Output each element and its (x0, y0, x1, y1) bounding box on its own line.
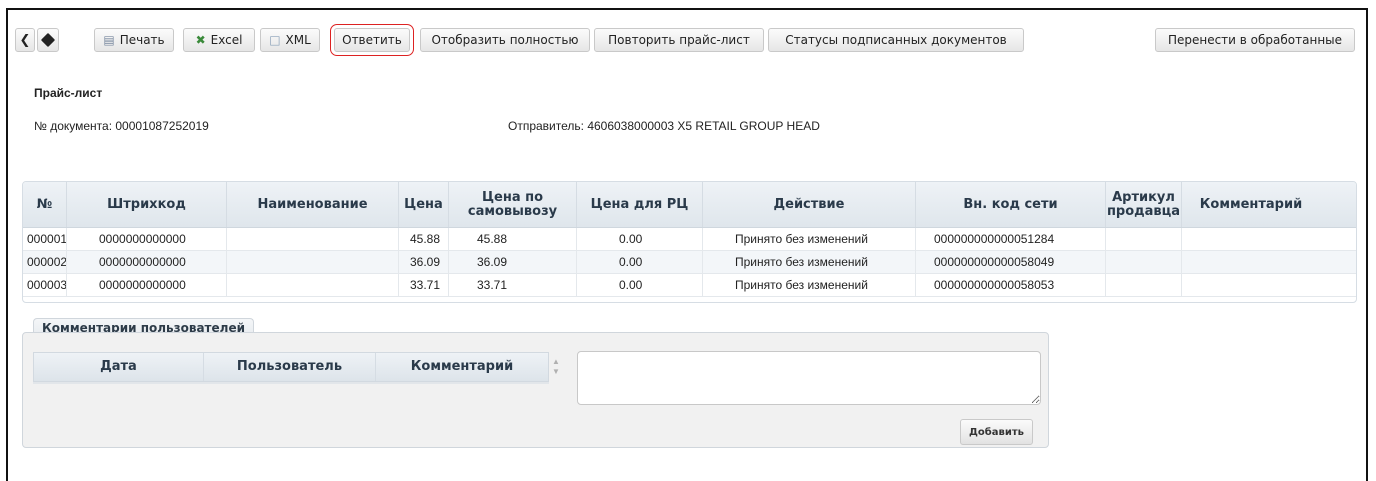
document-icon: □ (269, 33, 281, 47)
xml-button[interactable]: □ XML (260, 28, 320, 52)
repeat-pricelist-label: Повторить прайс-лист (608, 33, 750, 47)
cell-pickup-price: 45.88 (449, 228, 577, 250)
toolbar: ❮ ▤ Печать ✖ Excel □ XML Ответить Отобразит… (11, 18, 1357, 56)
document-title: Прайс-лист (34, 86, 103, 100)
cell-pickup-price: 33.71 (449, 274, 577, 296)
cell-comment (1182, 251, 1320, 273)
cell-seller-article (1106, 228, 1182, 250)
comment-input[interactable] (577, 351, 1041, 405)
comments-panel: Дата Пользователь Комментарий ▲ ▼ Добавит… (22, 332, 1049, 448)
cell-price: 45.88 (399, 228, 449, 250)
header-number[interactable]: № (23, 182, 67, 227)
add-comment-button[interactable]: Добавить (960, 419, 1033, 445)
reply-label: Ответить (342, 33, 402, 47)
header-dc-price[interactable]: Цена для РЦ (577, 182, 703, 227)
cell-name (227, 228, 399, 250)
cell-price: 36.09 (399, 251, 449, 273)
document-sender: Отправитель: 4606038000003 X5 RETAIL GRO… (508, 119, 820, 133)
comments-table-body (33, 382, 549, 384)
move-processed-label: Перенести в обработанные (1167, 33, 1343, 47)
print-label: Печать (119, 33, 165, 47)
cell-number: 000001 (23, 228, 67, 250)
back-button[interactable]: ❮ (15, 28, 35, 52)
xml-label: XML (285, 33, 311, 47)
cell-pickup-price: 36.09 (449, 251, 577, 273)
header-user[interactable]: Пользователь (204, 353, 376, 381)
header-comment-text[interactable]: Комментарий (376, 353, 548, 381)
header-seller-article[interactable]: Артикул продавца (1106, 182, 1182, 227)
cell-name (227, 274, 399, 296)
tag-button[interactable] (37, 28, 59, 52)
cell-dc-price: 0.00 (577, 251, 703, 273)
cell-action: Принято без изменений (703, 251, 916, 273)
header-name[interactable]: Наименование (227, 182, 399, 227)
cell-dc-price: 0.00 (577, 274, 703, 296)
table-row[interactable]: 000003 0000000000000 33.71 33.71 0.00 Пр… (23, 274, 1356, 297)
document-number: № документа: 00001087252019 (34, 119, 209, 133)
header-price[interactable]: Цена (399, 182, 449, 227)
move-processed-button[interactable]: Перенести в обработанные (1155, 28, 1355, 52)
scroll-arrows-icon[interactable]: ▲ ▼ (550, 357, 562, 379)
cell-barcode: 0000000000000 (67, 274, 227, 296)
cell-number: 000003 (23, 274, 67, 296)
header-comment[interactable]: Комментарий (1182, 182, 1320, 227)
cell-action: Принято без изменений (703, 228, 916, 250)
signed-statuses-button[interactable]: Статусы подписанных документов (768, 28, 1024, 52)
cell-seller-article (1106, 251, 1182, 273)
tag-icon (40, 32, 56, 48)
cell-action: Принято без изменений (703, 274, 916, 296)
comments-table-header: Дата Пользователь Комментарий (33, 352, 549, 382)
excel-icon: ✖ (195, 33, 206, 47)
cell-network-code: 000000000000058053 (916, 274, 1106, 296)
header-pickup-price[interactable]: Цена по самовывозу (449, 182, 577, 227)
excel-button[interactable]: ✖ Excel (183, 28, 255, 52)
show-full-label: Отобразить полностью (431, 33, 579, 47)
header-network-code[interactable]: Вн. код сети (916, 182, 1106, 227)
chevron-left-icon: ❮ (19, 32, 31, 48)
cell-comment (1182, 274, 1320, 296)
header-barcode[interactable]: Штрихкод (67, 182, 227, 227)
cell-dc-price: 0.00 (577, 228, 703, 250)
pricelist-table: № Штрихкод Наименование Цена Цена по сам… (22, 181, 1357, 303)
cell-barcode: 0000000000000 (67, 228, 227, 250)
reply-button[interactable]: Ответить (330, 24, 414, 56)
cell-seller-article (1106, 274, 1182, 296)
excel-label: Excel (210, 33, 243, 47)
cell-barcode: 0000000000000 (67, 251, 227, 273)
cell-comment (1182, 228, 1320, 250)
header-action[interactable]: Действие (703, 182, 916, 227)
table-row[interactable]: 000002 0000000000000 36.09 36.09 0.00 Пр… (23, 251, 1356, 274)
cell-network-code: 000000000000058049 (916, 251, 1106, 273)
repeat-pricelist-button[interactable]: Повторить прайс-лист (594, 28, 764, 52)
cell-name (227, 251, 399, 273)
table-row[interactable]: 000001 0000000000000 45.88 45.88 0.00 Пр… (23, 228, 1356, 251)
show-full-button[interactable]: Отобразить полностью (420, 28, 590, 52)
cell-network-code: 000000000000051284 (916, 228, 1106, 250)
printer-icon: ▤ (103, 33, 115, 47)
signed-statuses-label: Статусы подписанных документов (785, 33, 1007, 47)
table-header: № Штрихкод Наименование Цена Цена по сам… (23, 182, 1356, 228)
cell-number: 000002 (23, 251, 67, 273)
header-date[interactable]: Дата (34, 353, 204, 381)
print-button[interactable]: ▤ Печать (94, 28, 174, 52)
cell-price: 33.71 (399, 274, 449, 296)
